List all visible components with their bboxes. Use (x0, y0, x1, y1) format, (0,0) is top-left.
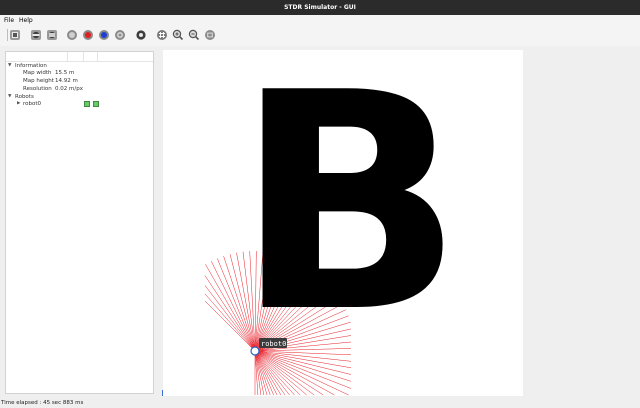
tree-item-robot[interactable]: robot0 (23, 100, 41, 108)
information-expand-icon[interactable]: ▼ (8, 62, 11, 70)
status-bar: Time elapsed : 45 sec 883 ms (0, 398, 640, 408)
status-time-elapsed: Time elapsed : 45 sec 883 ms (1, 400, 84, 406)
map-obstacle-letter: B (235, 50, 464, 378)
map-width-label: Map width (23, 70, 52, 76)
info-tree-panel: ▼ Information Map width 15.5 m Map heigh… (5, 51, 154, 394)
robot0-expand-icon[interactable]: ▶ (17, 100, 20, 108)
map-canvas[interactable]: B robot0 (163, 50, 523, 396)
toolbar-separator (7, 29, 8, 41)
tree-header-column (84, 52, 98, 62)
tree-header-column (68, 52, 84, 62)
map-height-label: Map height (23, 78, 54, 84)
robots-expand-icon[interactable]: ▼ (8, 93, 11, 101)
co2-source-icon[interactable] (82, 29, 94, 41)
properties-icon[interactable] (135, 29, 147, 41)
zoom-in-icon[interactable] (172, 29, 184, 41)
grid-icon[interactable] (156, 29, 168, 41)
robot-label: robot0 (261, 340, 286, 348)
rfid-tag-icon[interactable] (66, 29, 78, 41)
resolution-value: 0.02 m/px (55, 86, 83, 92)
zoom-out-icon[interactable] (188, 29, 200, 41)
menu-file[interactable]: File (4, 15, 14, 26)
toolbar (0, 26, 640, 46)
fit-screen-icon[interactable] (204, 29, 216, 41)
load-map-icon[interactable] (9, 29, 21, 41)
map-view: B robot0 (204, 50, 464, 396)
robot-marker[interactable] (250, 346, 260, 356)
robot-lasers-toggle-icon[interactable] (93, 101, 99, 107)
menu-help[interactable]: Help (19, 15, 33, 26)
load-robot-icon[interactable] (46, 29, 58, 41)
resolution-label: Resolution (23, 86, 52, 92)
window-title: STDR Simulator - GUI (284, 4, 356, 11)
window-titlebar: STDR Simulator - GUI (0, 0, 640, 15)
tree-header (6, 52, 153, 62)
map-width-value: 15.5 m (55, 70, 75, 76)
robot-visibility-toggle-icon[interactable] (84, 101, 90, 107)
menubar: File Help (0, 15, 640, 26)
sound-source-icon[interactable] (114, 29, 126, 41)
thermal-source-icon[interactable] (98, 29, 110, 41)
map-height-value: 14.92 m (55, 78, 78, 84)
add-robot-icon[interactable] (30, 29, 42, 41)
tree-header-column (6, 52, 68, 62)
